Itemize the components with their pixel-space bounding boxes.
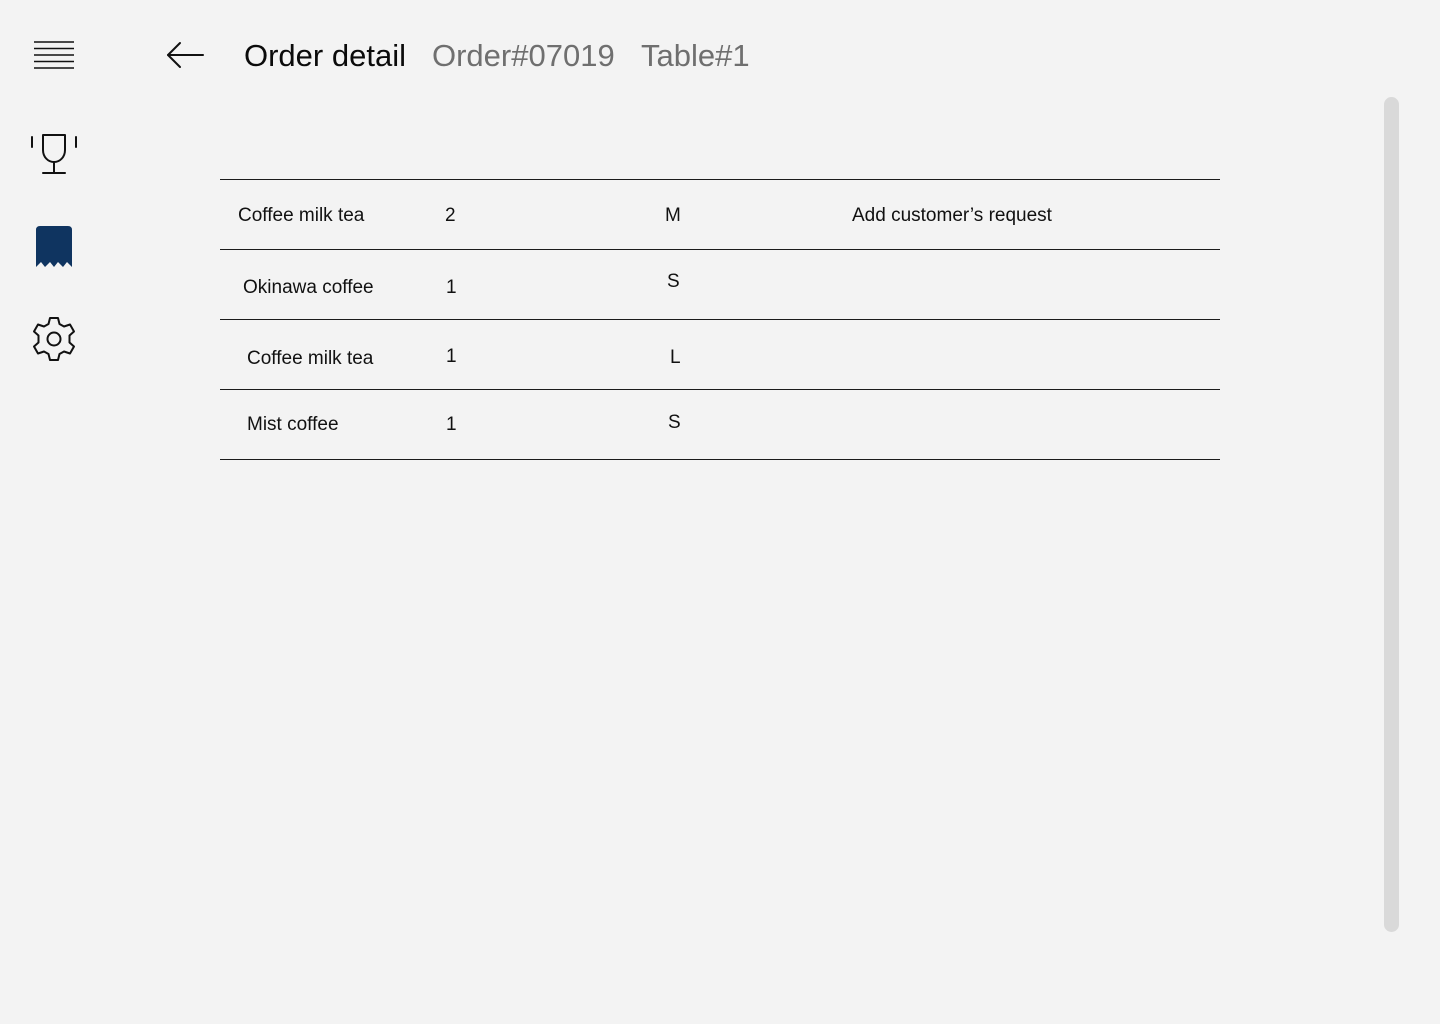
scrollbar[interactable]: [1384, 97, 1399, 932]
sidebar-item-settings[interactable]: [24, 309, 84, 369]
table-number: Table#1: [641, 38, 750, 73]
item-size: L: [670, 347, 681, 368]
item-size: M: [665, 205, 681, 226]
menu-icon: [34, 41, 74, 69]
order-number: Order#07019: [432, 38, 615, 73]
item-quantity: 1: [446, 414, 457, 435]
add-request-link[interactable]: Add customer’s request: [852, 205, 1052, 227]
item-size: S: [667, 271, 680, 292]
item-name: Coffee milk tea: [238, 205, 365, 226]
item-quantity: 1: [446, 346, 457, 367]
sidebar-item-trophy[interactable]: [24, 125, 84, 185]
table-row[interactable]: Mist coffee 1 S: [220, 390, 1220, 460]
gear-icon: [33, 317, 75, 361]
table-row[interactable]: Okinawa coffee 1 S: [220, 250, 1220, 320]
order-detail-page: Order detail Order#07019 Table#1 Coffee …: [0, 0, 1440, 1024]
item-quantity: 1: [446, 277, 457, 298]
item-name: Okinawa coffee: [243, 277, 374, 298]
item-name: Coffee milk tea: [247, 348, 374, 369]
page-title: Order detail: [244, 38, 406, 73]
menu-button[interactable]: [24, 25, 84, 85]
sidebar: [0, 0, 110, 1024]
sidebar-item-orders[interactable]: [24, 217, 84, 277]
arrow-left-icon: [167, 42, 204, 68]
table-row[interactable]: Coffee milk tea 1 L: [220, 320, 1220, 390]
receipt-icon: [36, 226, 72, 267]
item-quantity: 2: [445, 205, 456, 226]
order-items-table: Coffee milk tea 2 M Add customer’s reque…: [220, 179, 1220, 460]
back-button[interactable]: [160, 33, 210, 77]
trophy-icon: [31, 134, 77, 174]
item-size: S: [668, 412, 681, 433]
item-name: Mist coffee: [247, 414, 339, 435]
table-row[interactable]: Coffee milk tea 2 M Add customer’s reque…: [220, 180, 1220, 250]
